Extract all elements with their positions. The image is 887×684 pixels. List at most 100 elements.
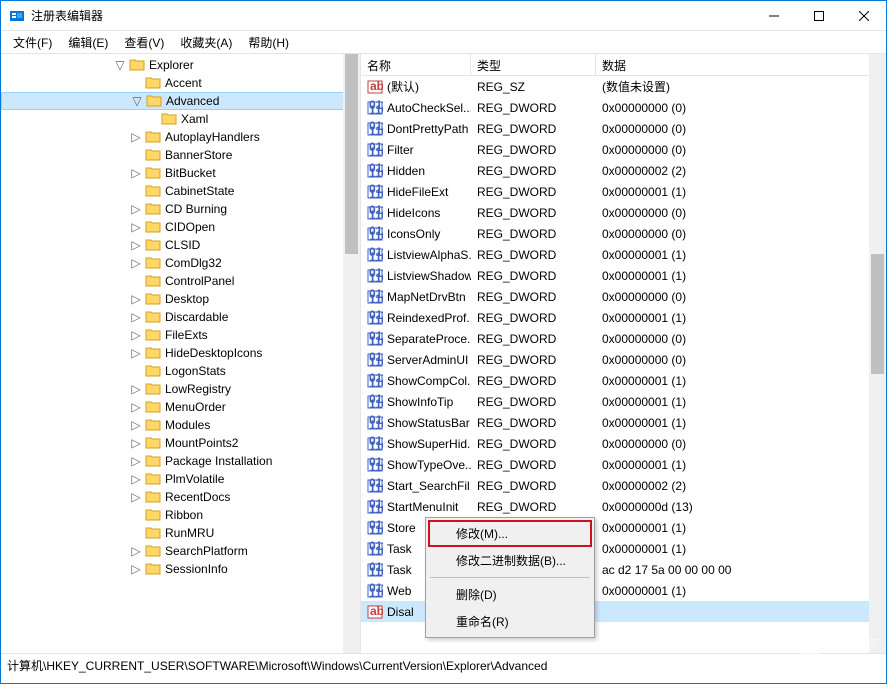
- tree-node-package-installation[interactable]: ▷Package Installation: [1, 452, 360, 470]
- chevron-right-icon[interactable]: ▷: [129, 256, 143, 270]
- list-row[interactable]: 011110ListviewShadowREG_DWORD0x00000001 …: [361, 265, 886, 286]
- chevron-right-icon[interactable]: ▷: [129, 418, 143, 432]
- tree-node-cabinetstate[interactable]: CabinetState: [1, 182, 360, 200]
- tree-node-hidedesktopicons[interactable]: ▷HideDesktopIcons: [1, 344, 360, 362]
- folder-icon: [145, 148, 161, 162]
- list-row[interactable]: 011110ListviewAlphaS...REG_DWORD0x000000…: [361, 244, 886, 265]
- list-scrollbar-thumb[interactable]: [871, 254, 884, 374]
- tree-node-advanced[interactable]: ▽Advanced: [1, 92, 360, 110]
- menu-view[interactable]: 查看(V): [116, 32, 172, 53]
- dword-value-icon: 011110: [367, 289, 383, 305]
- tree-node-desktop[interactable]: ▷Desktop: [1, 290, 360, 308]
- tree-node-lowregistry[interactable]: ▷LowRegistry: [1, 380, 360, 398]
- list-row[interactable]: 011110ReindexedProf...REG_DWORD0x0000000…: [361, 307, 886, 328]
- list-row[interactable]: 011110DontPrettyPathREG_DWORD0x00000000 …: [361, 118, 886, 139]
- tree-node-bannerstore[interactable]: BannerStore: [1, 146, 360, 164]
- chevron-right-icon[interactable]: ▷: [129, 130, 143, 144]
- list-row[interactable]: 011110HideFileExtREG_DWORD0x00000001 (1): [361, 181, 886, 202]
- chevron-right-icon[interactable]: ▷: [129, 472, 143, 486]
- list-row[interactable]: 011110ShowInfoTipREG_DWORD0x00000001 (1): [361, 391, 886, 412]
- chevron-right-icon[interactable]: ▷: [129, 436, 143, 450]
- tree-node-mountpoints2[interactable]: ▷MountPoints2: [1, 434, 360, 452]
- tree-node-modules[interactable]: ▷Modules: [1, 416, 360, 434]
- tree-label: LogonStats: [165, 364, 226, 378]
- tree-scrollbar[interactable]: [343, 54, 360, 653]
- list-row[interactable]: 011110FilterREG_DWORD0x00000000 (0): [361, 139, 886, 160]
- chevron-right-icon[interactable]: ▷: [129, 238, 143, 252]
- chevron-right-icon[interactable]: ▷: [129, 346, 143, 360]
- chevron-right-icon[interactable]: ▷: [129, 166, 143, 180]
- header-data[interactable]: 数据: [596, 54, 886, 75]
- maximize-button[interactable]: [796, 1, 841, 30]
- tree-node-explorer[interactable]: ▽Explorer: [1, 56, 360, 74]
- list-row[interactable]: 011110Start_SearchFil...REG_DWORD0x00000…: [361, 475, 886, 496]
- dword-value-icon: 011110: [367, 331, 383, 347]
- list-row[interactable]: 011110IconsOnlyREG_DWORD0x00000000 (0): [361, 223, 886, 244]
- tree-node-comdlg32[interactable]: ▷ComDlg32: [1, 254, 360, 272]
- tree-node-bitbucket[interactable]: ▷BitBucket: [1, 164, 360, 182]
- menu-edit[interactable]: 编辑(E): [60, 32, 116, 53]
- chevron-right-icon[interactable]: ▷: [129, 544, 143, 558]
- cell-data: 0x00000001 (1): [596, 584, 886, 598]
- list-scrollbar[interactable]: [869, 54, 886, 653]
- folder-icon: [129, 58, 145, 72]
- tree-node-logonstats[interactable]: LogonStats: [1, 362, 360, 380]
- header-type[interactable]: 类型: [471, 54, 596, 75]
- list-row[interactable]: 011110HiddenREG_DWORD0x00000002 (2): [361, 160, 886, 181]
- menu-file[interactable]: 文件(F): [5, 32, 60, 53]
- chevron-right-icon[interactable]: ▷: [129, 328, 143, 342]
- cell-type: REG_DWORD: [471, 332, 596, 346]
- list-row[interactable]: 011110ShowSuperHid...REG_DWORD0x00000000…: [361, 433, 886, 454]
- tree-node-plmvolatile[interactable]: ▷PlmVolatile: [1, 470, 360, 488]
- tree-node-cd-burning[interactable]: ▷CD Burning: [1, 200, 360, 218]
- tree-node-searchplatform[interactable]: ▷SearchPlatform: [1, 542, 360, 560]
- list-row[interactable]: ab(默认)REG_SZ(数值未设置): [361, 76, 886, 97]
- tree-node-ribbon[interactable]: Ribbon: [1, 506, 360, 524]
- tree-node-sessioninfo[interactable]: ▷SessionInfo: [1, 560, 360, 578]
- list-row[interactable]: 011110AutoCheckSel...REG_DWORD0x00000000…: [361, 97, 886, 118]
- chevron-right-icon[interactable]: ▷: [129, 400, 143, 414]
- tree-node-cidopen[interactable]: ▷CIDOpen: [1, 218, 360, 236]
- chevron-right-icon[interactable]: ▷: [129, 292, 143, 306]
- tree-panel[interactable]: ▽ExplorerAccent▽AdvancedXaml▷AutoplayHan…: [1, 54, 361, 653]
- tree-node-discardable[interactable]: ▷Discardable: [1, 308, 360, 326]
- list-row[interactable]: 011110StartMenuInitREG_DWORD0x0000000d (…: [361, 496, 886, 517]
- chevron-right-icon[interactable]: ▷: [129, 202, 143, 216]
- ctx-modify-binary[interactable]: 修改二进制数据(B)...: [428, 547, 592, 574]
- list-row[interactable]: 011110ShowTypeOve...REG_DWORD0x00000001 …: [361, 454, 886, 475]
- chevron-right-icon[interactable]: ▷: [129, 382, 143, 396]
- tree-node-accent[interactable]: Accent: [1, 74, 360, 92]
- minimize-button[interactable]: [751, 1, 796, 30]
- tree-node-recentdocs[interactable]: ▷RecentDocs: [1, 488, 360, 506]
- tree-node-fileexts[interactable]: ▷FileExts: [1, 326, 360, 344]
- ctx-delete[interactable]: 删除(D): [428, 581, 592, 608]
- close-button[interactable]: [841, 1, 886, 30]
- list-row[interactable]: 011110HideIconsREG_DWORD0x00000000 (0): [361, 202, 886, 223]
- list-row[interactable]: 011110ShowStatusBarREG_DWORD0x00000001 (…: [361, 412, 886, 433]
- chevron-right-icon[interactable]: ▷: [129, 310, 143, 324]
- tree-node-clsid[interactable]: ▷CLSID: [1, 236, 360, 254]
- list-row[interactable]: 011110ShowCompCol...REG_DWORD0x00000001 …: [361, 370, 886, 391]
- list-row[interactable]: 011110MapNetDrvBtnREG_DWORD0x00000000 (0…: [361, 286, 886, 307]
- header-name[interactable]: 名称: [361, 54, 471, 75]
- tree-node-runmru[interactable]: RunMRU: [1, 524, 360, 542]
- ctx-rename[interactable]: 重命名(R): [428, 608, 592, 635]
- chevron-right-icon[interactable]: ▷: [129, 490, 143, 504]
- tree-node-xaml[interactable]: Xaml: [1, 110, 360, 128]
- menu-favorites[interactable]: 收藏夹(A): [172, 32, 240, 53]
- tree-scrollbar-thumb[interactable]: [345, 54, 358, 254]
- tree-node-autoplayhandlers[interactable]: ▷AutoplayHandlers: [1, 128, 360, 146]
- chevron-right-icon[interactable]: ▷: [129, 454, 143, 468]
- tree-label: BannerStore: [165, 148, 232, 162]
- tree-node-menuorder[interactable]: ▷MenuOrder: [1, 398, 360, 416]
- menu-help[interactable]: 帮助(H): [240, 32, 297, 53]
- list-row[interactable]: 011110ServerAdminUIREG_DWORD0x00000000 (…: [361, 349, 886, 370]
- chevron-right-icon[interactable]: ▷: [129, 220, 143, 234]
- list-row[interactable]: 011110SeparateProce...REG_DWORD0x0000000…: [361, 328, 886, 349]
- chevron-down-icon[interactable]: ▽: [113, 58, 127, 72]
- chevron-right-icon[interactable]: ▷: [129, 562, 143, 576]
- tree-node-controlpanel[interactable]: ControlPanel: [1, 272, 360, 290]
- list-panel[interactable]: 名称 类型 数据 ab(默认)REG_SZ(数值未设置)011110AutoCh…: [361, 54, 886, 653]
- ctx-modify[interactable]: 修改(M)...: [428, 520, 592, 547]
- chevron-down-icon[interactable]: ▽: [130, 94, 144, 108]
